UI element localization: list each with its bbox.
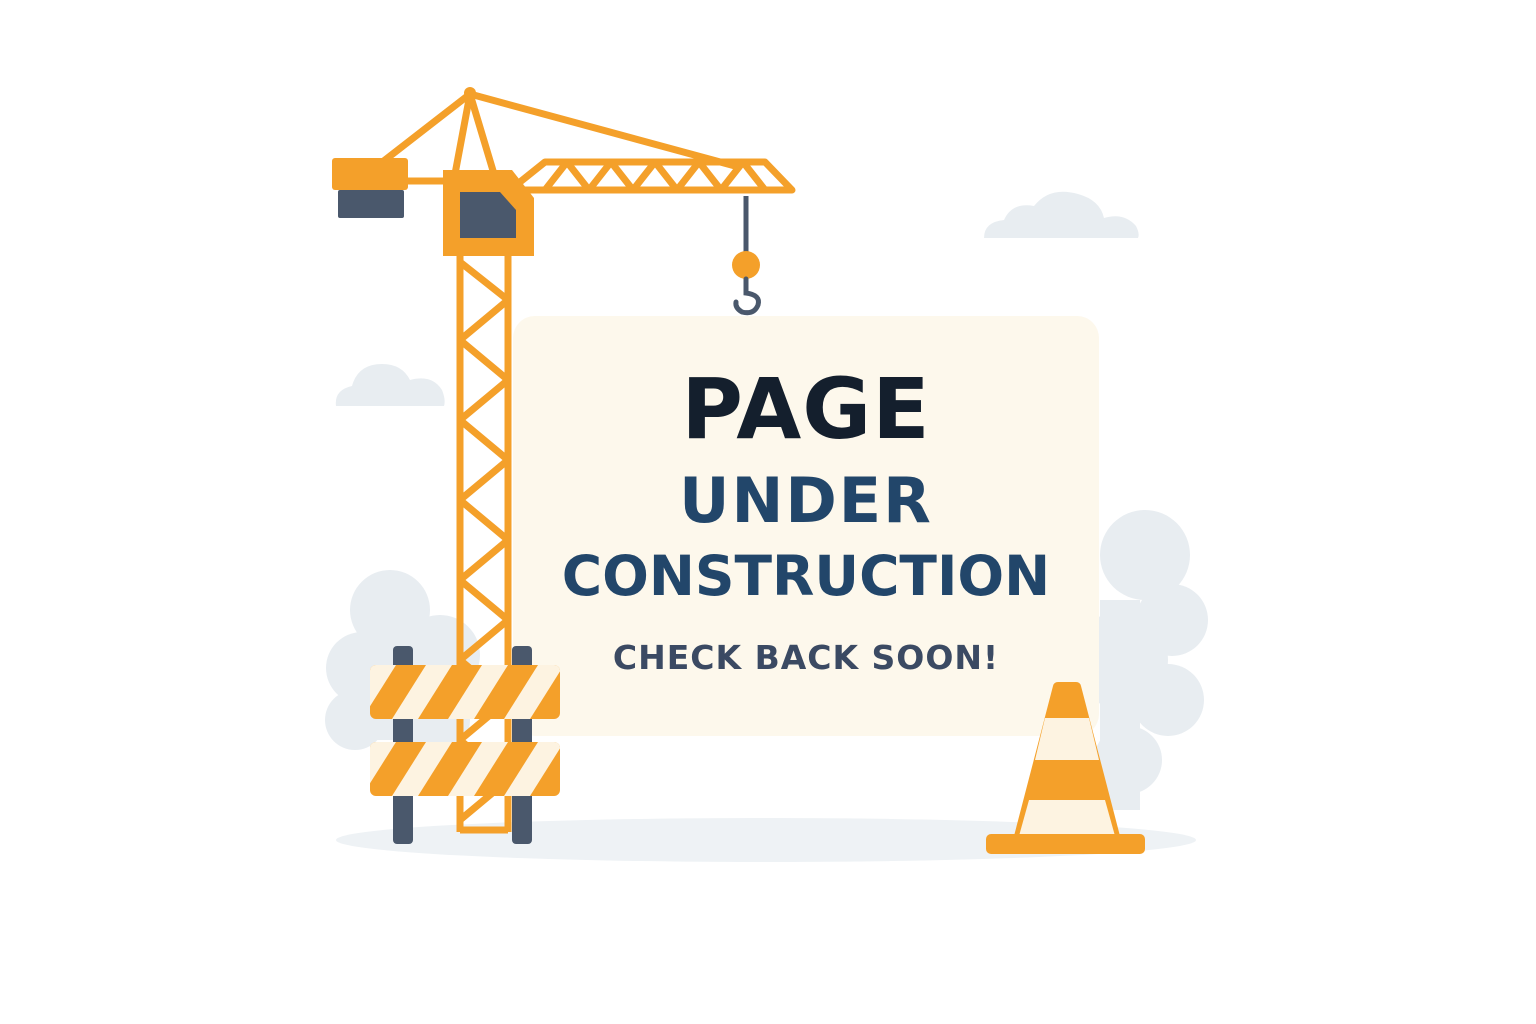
page-title: PAGE (681, 360, 931, 458)
under-construction-illustration: PAGE UNDER CONSTRUCTION CHECK BACK SOON! (0, 0, 1536, 1024)
cloud-icon (335, 364, 445, 406)
heading-construction: CONSTRUCTION (561, 544, 1051, 608)
crane-hook-block (732, 251, 760, 279)
heading-under: UNDER (679, 464, 933, 537)
sign-text: PAGE UNDER CONSTRUCTION CHECK BACK SOON! (513, 316, 1099, 736)
crane-hook-icon (733, 276, 761, 316)
cloud-icon (984, 191, 1139, 238)
tagline: CHECK BACK SOON! (612, 638, 1000, 677)
